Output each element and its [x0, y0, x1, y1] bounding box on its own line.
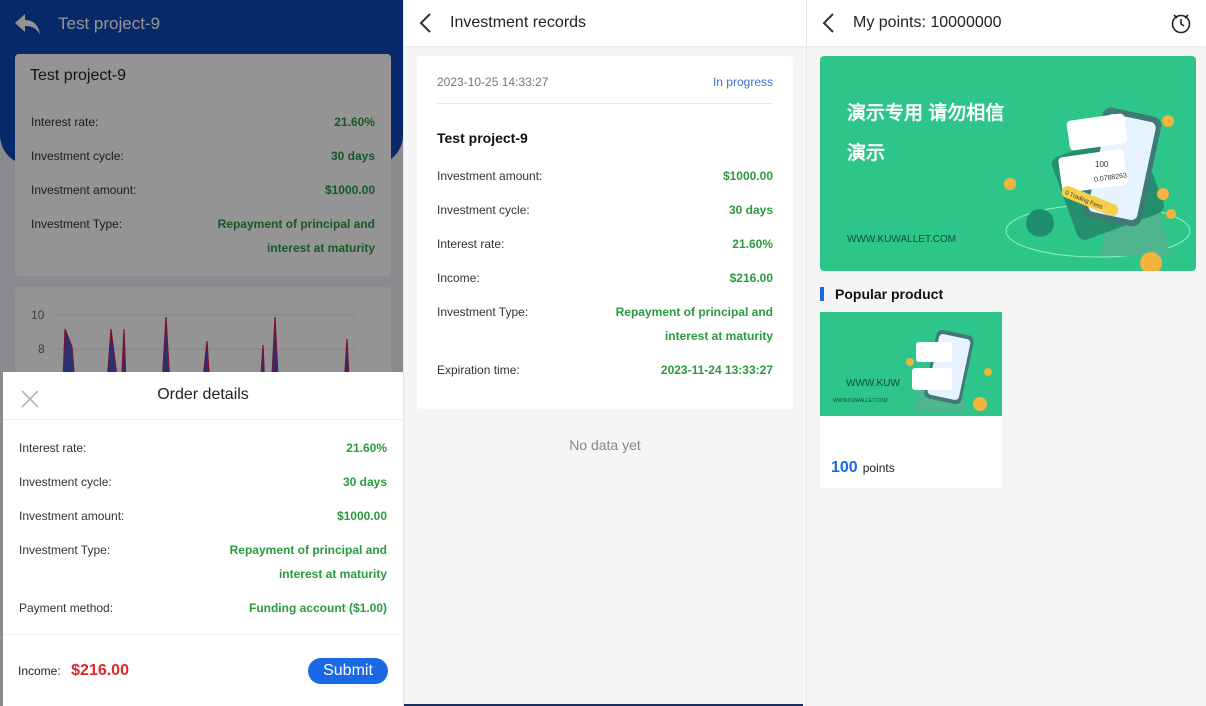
banner-subline: 演示	[847, 143, 886, 164]
history-clock-icon[interactable]	[1170, 12, 1192, 34]
art-text: 100	[1095, 160, 1109, 169]
row-label: Payment method:	[19, 601, 114, 615]
record-date: 2023-10-25 14:33:27	[437, 74, 549, 89]
price-value: 100	[831, 459, 858, 476]
income-summary: Income: $216.00	[18, 662, 129, 680]
record-row: Income: $216.00	[417, 266, 793, 290]
row-label: Income:	[437, 271, 480, 285]
empty-state-text: No data yet	[569, 437, 641, 453]
price-unit: points	[862, 461, 895, 475]
record-header: 2023-10-25 14:33:27 In progress	[437, 56, 773, 104]
product-price: 100 points	[831, 459, 895, 477]
banner-url: WWW.KUWALLET.COM	[847, 234, 957, 245]
row-value: 30 days	[342, 475, 387, 489]
row-value: 21.60%	[732, 237, 773, 251]
sheet-body: Interest rate: 21.60% Investment cycle: …	[3, 420, 403, 620]
row-label: Expiration time:	[437, 363, 520, 377]
value-line: interest at maturity	[278, 567, 387, 581]
product-card[interactable]: WWW.KUW WWW.KUWALLET.COM 100 points	[820, 312, 1002, 488]
record-row: Investment cycle: 30 days	[417, 198, 793, 222]
project-detail-panel: Test project-9 Test project-9 Interest r…	[0, 0, 403, 706]
record-row: Expiration time: 2023-11-24 13:33:27	[417, 358, 793, 382]
page-title: My points: 10000000	[853, 14, 1002, 31]
row-value: $216.00	[729, 271, 773, 285]
status-badge: In progress	[712, 74, 773, 89]
investment-records-panel: Investment records 2023-10-25 14:33:27 I…	[403, 0, 806, 706]
phone-illustration: 100 0.0788263 0 Trading Fees	[1004, 107, 1191, 271]
detail-row: Investment cycle: 30 days	[3, 470, 403, 494]
value-line: interest at maturity	[664, 329, 773, 343]
record-project-name: Test project-9	[437, 130, 528, 146]
row-value: 30 days	[728, 203, 773, 217]
sheet-header: Order details	[3, 372, 403, 420]
product-image: WWW.KUW WWW.KUWALLET.COM	[820, 312, 1002, 416]
value-line: Repayment of principal and	[229, 543, 387, 557]
popular-product-header: Popular product	[820, 286, 943, 302]
promo-banner[interactable]: 演示专用 请勿相信 演示 WWW.KUWALLET.COM 100 0.0788…	[820, 56, 1196, 271]
points-panel: My points: 10000000 演示专用 请勿相信 演示 WWW.KUW…	[806, 0, 1206, 706]
row-value: 2023-11-24 13:33:27	[660, 363, 773, 377]
detail-row: Payment method: Funding account ($1.00)	[3, 596, 403, 620]
order-details-sheet: Order details Interest rate: 21.60% Inve…	[3, 372, 403, 706]
income-value: $216.00	[71, 661, 129, 679]
product-image-text: WWW.KUW	[846, 378, 900, 389]
row-value: 21.60%	[346, 441, 387, 455]
row-label: Investment amount:	[437, 169, 543, 183]
row-value: Funding account ($1.00)	[248, 601, 387, 615]
banner-headline: 演示专用 请勿相信	[847, 103, 1005, 124]
row-label: Interest rate:	[19, 441, 87, 455]
submit-button[interactable]: Submit	[308, 657, 388, 684]
row-label: Investment cycle:	[19, 475, 112, 489]
record-row: Investment Type: Repayment of principal …	[417, 300, 793, 348]
row-value: $1000.00	[722, 169, 773, 183]
row-label: Investment amount:	[19, 509, 125, 523]
page-title: Investment records	[450, 14, 587, 31]
row-value: Repayment of principal and interest at m…	[616, 300, 773, 348]
value-line: Repayment of principal and	[615, 305, 773, 319]
row-label: Interest rate:	[437, 237, 505, 251]
detail-row: Interest rate: 21.60%	[3, 436, 403, 460]
sheet-title: Order details	[157, 386, 249, 403]
top-bar: Investment records	[404, 0, 806, 46]
product-image-subtext: WWW.KUWALLET.COM	[833, 398, 888, 404]
top-bar: My points: 10000000	[807, 0, 1206, 46]
record-row: Interest rate: 21.60%	[417, 232, 793, 256]
sheet-footer: Income: $216.00 Submit	[3, 634, 403, 706]
chevron-left-icon[interactable]	[416, 12, 436, 34]
row-label: Investment Type:	[19, 543, 111, 557]
chevron-left-icon[interactable]	[819, 12, 839, 34]
record-card[interactable]: 2023-10-25 14:33:27 In progress Test pro…	[417, 56, 793, 409]
row-value: $1000.00	[336, 509, 387, 523]
row-label: Investment Type:	[437, 305, 529, 319]
section-accent-bar	[820, 287, 824, 301]
section-title: Popular product	[835, 286, 944, 302]
row-label: Investment cycle:	[437, 203, 530, 217]
detail-row: Investment Type: Repayment of principal …	[3, 538, 403, 586]
row-value: Repayment of principal and interest at m…	[230, 538, 387, 586]
detail-row: Investment amount: $1000.00	[3, 504, 403, 528]
income-label: Income:	[18, 663, 61, 678]
record-row: Investment amount: $1000.00	[417, 164, 793, 188]
